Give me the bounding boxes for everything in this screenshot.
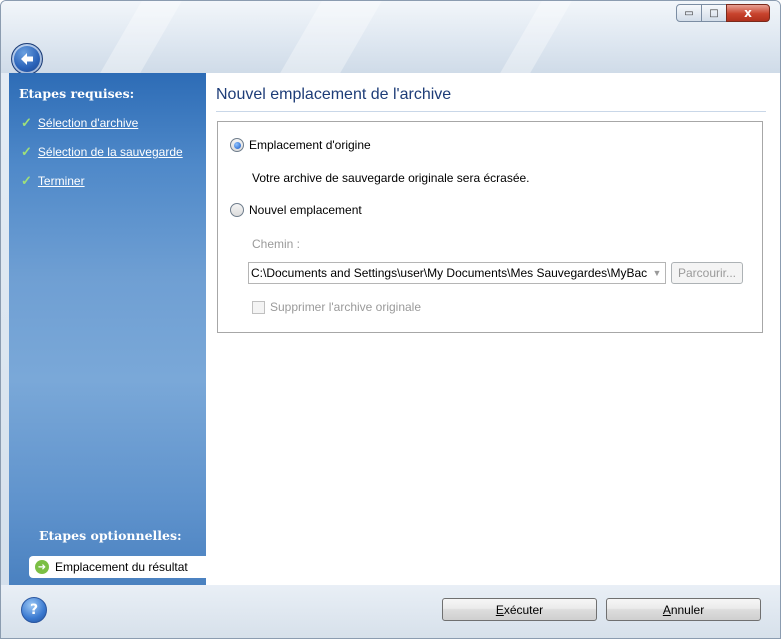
wizard-window: ▭ □ x Etapes requises: ✓ Sélection d'arc…	[0, 0, 781, 639]
cancel-accelerator: A	[662, 602, 671, 617]
arrow-left-icon	[21, 53, 33, 65]
sidebar-item-label: Sélection d'archive	[37, 116, 139, 130]
delete-original-label: Supprimer l'archive originale	[270, 300, 422, 314]
execute-button[interactable]: Exécuter	[442, 598, 597, 621]
check-icon: ✓	[21, 144, 32, 159]
minimize-icon: ▭	[684, 7, 694, 19]
close-button[interactable]: x	[726, 4, 770, 22]
chevron-down-icon[interactable]: ▼	[649, 268, 665, 278]
execute-accelerator: E	[495, 602, 504, 617]
path-value: C:\Documents and Settings\user\My Docume…	[251, 266, 648, 280]
execute-label: xécuter	[503, 602, 544, 617]
sidebar-item-backup-selection[interactable]: ✓ Sélection de la sauvegarde	[21, 144, 183, 160]
sidebar-item-label: Emplacement du résultat	[55, 560, 188, 574]
glass-streak	[280, 1, 382, 73]
glass-streak	[500, 1, 572, 73]
glass-streak	[100, 1, 182, 73]
arrow-right-icon: ➜	[35, 560, 49, 574]
close-icon: x	[744, 6, 752, 20]
sidebar-item-result-location[interactable]: ➜ Emplacement du résultat	[29, 556, 206, 578]
original-location-label: Emplacement d'origine	[249, 138, 371, 152]
path-combobox[interactable]: C:\Documents and Settings\user\My Docume…	[248, 262, 666, 284]
title-bar: ▭ □ x	[1, 1, 780, 75]
radio-unselected-icon	[230, 203, 244, 217]
sidebar-item-label: Terminer	[37, 174, 85, 188]
original-location-description: Votre archive de sauvegarde originale se…	[252, 171, 530, 185]
sidebar-item-archive-selection[interactable]: ✓ Sélection d'archive	[21, 115, 138, 131]
original-location-radio[interactable]: Emplacement d'origine	[230, 138, 371, 152]
new-location-radio[interactable]: Nouvel emplacement	[230, 203, 362, 217]
title-divider	[216, 111, 766, 112]
location-group: Emplacement d'origine Votre archive de s…	[217, 121, 763, 333]
sidebar-item-label: Sélection de la sauvegarde	[37, 145, 183, 159]
delete-original-checkbox[interactable]: Supprimer l'archive originale	[252, 300, 421, 314]
cancel-label: nnuler	[670, 602, 705, 617]
help-button[interactable]: ?	[21, 597, 47, 623]
main-panel: Nouvel emplacement de l'archive Emplacem…	[206, 73, 780, 585]
wizard-sidebar: Etapes requises: ✓ Sélection d'archive ✓…	[9, 73, 206, 585]
sidebar-item-finish[interactable]: ✓ Terminer	[21, 173, 85, 189]
maximize-button[interactable]: □	[701, 4, 727, 22]
browse-button[interactable]: Parcourir...	[671, 262, 743, 284]
maximize-icon: □	[709, 7, 719, 19]
help-icon: ?	[29, 602, 39, 618]
radio-selected-icon	[230, 138, 244, 152]
required-steps-heading: Etapes requises:	[19, 86, 135, 101]
window-controls: ▭ □ x	[676, 4, 770, 22]
check-icon: ✓	[21, 115, 32, 130]
minimize-button[interactable]: ▭	[676, 4, 702, 22]
path-label: Chemin :	[252, 237, 301, 251]
page-title: Nouvel emplacement de l'archive	[216, 86, 452, 103]
optional-steps-heading: Etapes optionnelles:	[39, 528, 182, 543]
footer-bar: ? Exécuter Annuler	[1, 585, 780, 638]
back-button[interactable]	[11, 43, 43, 75]
checkbox-box	[252, 300, 265, 314]
cancel-button[interactable]: Annuler	[606, 598, 761, 621]
check-icon: ✓	[21, 173, 32, 188]
new-location-label: Nouvel emplacement	[249, 203, 362, 217]
